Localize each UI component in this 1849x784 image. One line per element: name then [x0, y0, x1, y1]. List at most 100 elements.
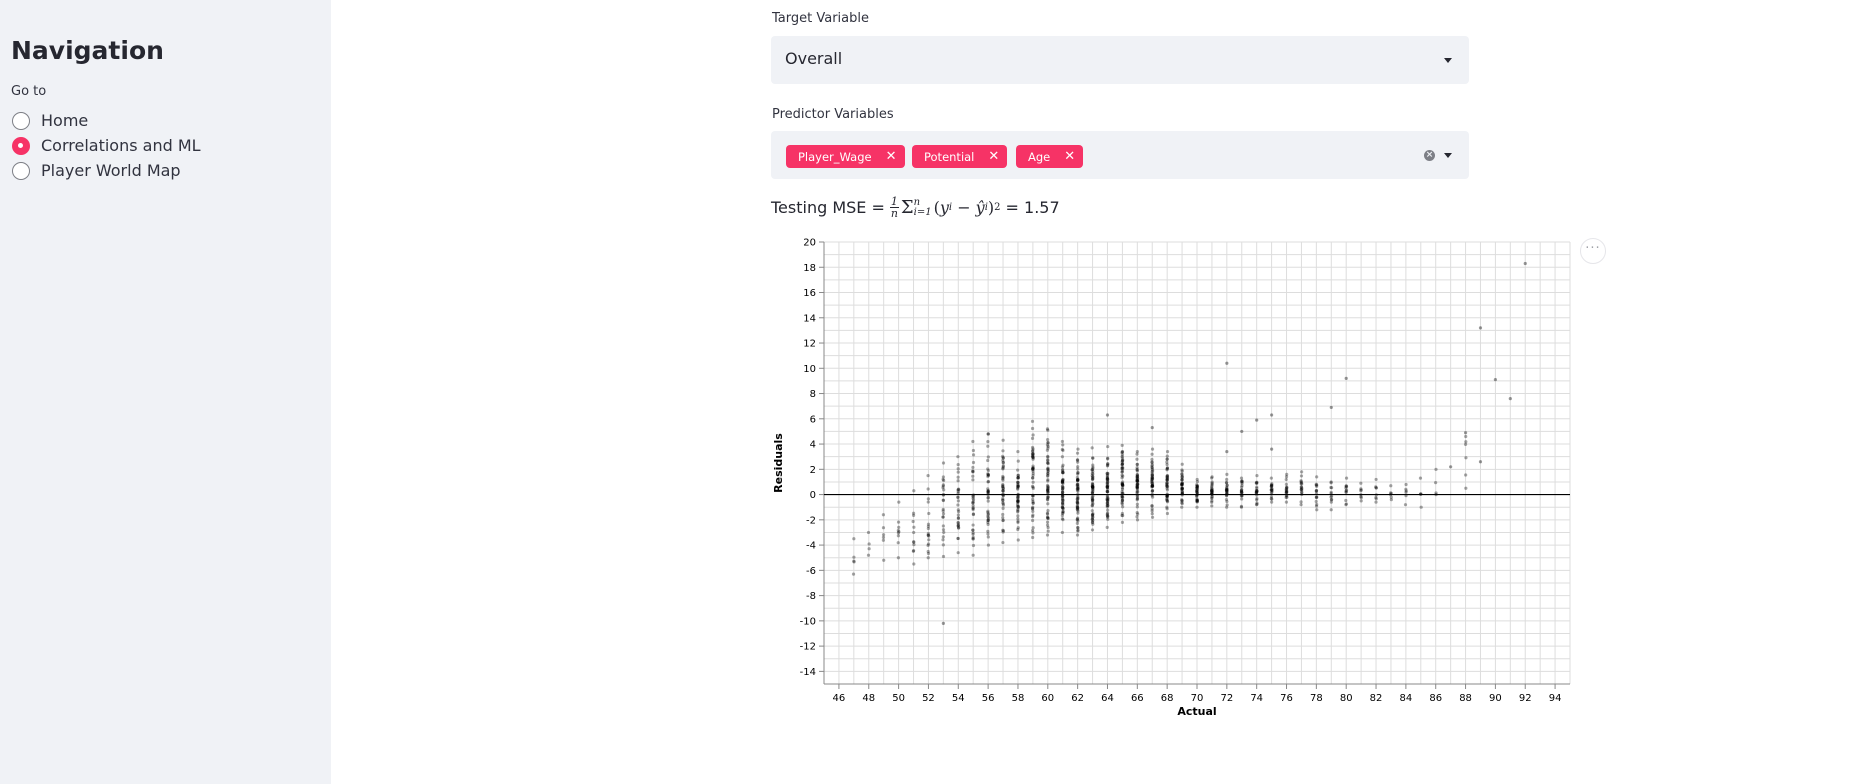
data-point — [1359, 489, 1363, 493]
data-point — [1075, 533, 1080, 537]
data-point — [1001, 506, 1005, 510]
data-point — [1016, 514, 1020, 518]
data-point — [986, 432, 990, 436]
data-point — [1061, 448, 1065, 452]
data-point — [896, 520, 901, 524]
y-tick-label: 2 — [810, 465, 816, 476]
data-point — [1016, 507, 1020, 512]
data-point — [1120, 443, 1124, 447]
chart-actions-menu-button[interactable]: ··· — [1580, 238, 1606, 264]
data-point — [1180, 505, 1184, 509]
y-tick-label: 6 — [810, 414, 816, 425]
remove-tag-icon[interactable]: ✕ — [1064, 149, 1075, 164]
radio-option-correlations[interactable]: Correlations and ML — [12, 133, 201, 158]
data-point — [882, 558, 886, 562]
data-point — [1061, 443, 1065, 447]
data-point — [1224, 481, 1229, 485]
data-point — [926, 522, 931, 526]
radio-button-correlations[interactable] — [12, 136, 30, 155]
data-point — [1045, 461, 1050, 465]
y-tick-label: -14 — [800, 667, 816, 678]
data-point — [926, 487, 930, 491]
data-point — [1239, 476, 1244, 480]
data-point — [1150, 452, 1154, 456]
radio-button-world-map[interactable] — [12, 161, 30, 180]
data-point — [911, 519, 915, 524]
data-point — [956, 551, 960, 555]
data-point — [1076, 471, 1080, 475]
data-point — [1269, 483, 1274, 487]
data-point — [896, 534, 900, 538]
data-point — [1120, 468, 1125, 472]
remove-tag-icon[interactable]: ✕ — [988, 149, 999, 164]
data-point — [1046, 444, 1050, 449]
data-point — [1105, 515, 1110, 519]
mse-formula: 1n Σ n i=1 (y i − ŷ i) 2 — [889, 195, 1001, 220]
data-point — [986, 499, 990, 503]
data-point — [881, 513, 886, 517]
data-point — [1120, 450, 1125, 454]
sidebar: Navigation Go to Home Correlations and M… — [0, 0, 331, 784]
radio-button-home[interactable] — [12, 111, 30, 130]
data-point — [1031, 433, 1035, 437]
data-point — [1344, 498, 1348, 503]
data-point — [941, 515, 945, 519]
data-point — [1240, 481, 1244, 485]
data-point — [912, 540, 916, 544]
data-point — [971, 478, 975, 482]
data-point — [956, 499, 960, 503]
data-point — [1299, 482, 1303, 486]
radio-option-world-map[interactable]: Player World Map — [12, 158, 201, 183]
data-point — [1210, 476, 1214, 480]
data-point — [1314, 499, 1318, 504]
radio-label-correlations: Correlations and ML — [41, 136, 201, 155]
data-point — [1001, 529, 1005, 533]
data-point — [1045, 516, 1050, 520]
data-point — [1285, 485, 1289, 490]
clear-all-icon[interactable]: × — [1424, 150, 1435, 161]
data-point — [1255, 418, 1259, 422]
chevron-down-icon[interactable] — [1444, 58, 1452, 63]
data-point — [1031, 526, 1035, 530]
data-point — [1225, 361, 1229, 365]
data-point — [1418, 476, 1423, 480]
y-tick-label: -4 — [806, 541, 816, 552]
navigation-radio-group: Home Correlations and ML Player World Ma… — [12, 108, 201, 183]
chevron-down-icon[interactable] — [1444, 153, 1452, 158]
data-point — [1180, 498, 1184, 502]
data-point — [1030, 436, 1035, 440]
data-point — [1090, 528, 1095, 532]
radio-option-home[interactable]: Home — [12, 108, 201, 133]
data-point — [1016, 520, 1020, 525]
data-point — [1210, 483, 1214, 488]
data-point — [956, 463, 960, 467]
data-point — [1239, 490, 1244, 494]
target-variable-select[interactable]: Overall — [771, 36, 1469, 84]
data-point — [1046, 469, 1050, 473]
x-tick-label: 64 — [1101, 693, 1114, 704]
data-point — [1031, 485, 1035, 489]
tag-label: Potential — [924, 149, 975, 164]
data-point — [1135, 484, 1139, 489]
data-point — [1016, 473, 1020, 478]
y-tick-label: -6 — [806, 566, 816, 577]
remove-tag-icon[interactable]: ✕ — [886, 149, 897, 164]
data-point — [1060, 481, 1065, 485]
data-point — [986, 512, 991, 516]
data-point — [971, 523, 975, 527]
data-point — [1135, 462, 1139, 467]
data-point — [1060, 455, 1064, 459]
data-point — [1135, 498, 1139, 502]
data-point — [1060, 439, 1065, 444]
data-point — [926, 542, 931, 546]
y-tick-label: 16 — [803, 288, 816, 299]
data-point — [971, 448, 976, 453]
data-point — [956, 508, 960, 512]
data-point — [1433, 480, 1438, 485]
x-tick-label: 62 — [1071, 693, 1084, 704]
data-point — [1165, 462, 1169, 467]
data-point — [926, 474, 930, 478]
data-point — [926, 532, 930, 536]
predictor-variables-multiselect[interactable]: Player_Wage ✕ Potential ✕ Age ✕ × — [771, 131, 1469, 179]
tag-label: Age — [1028, 149, 1051, 164]
